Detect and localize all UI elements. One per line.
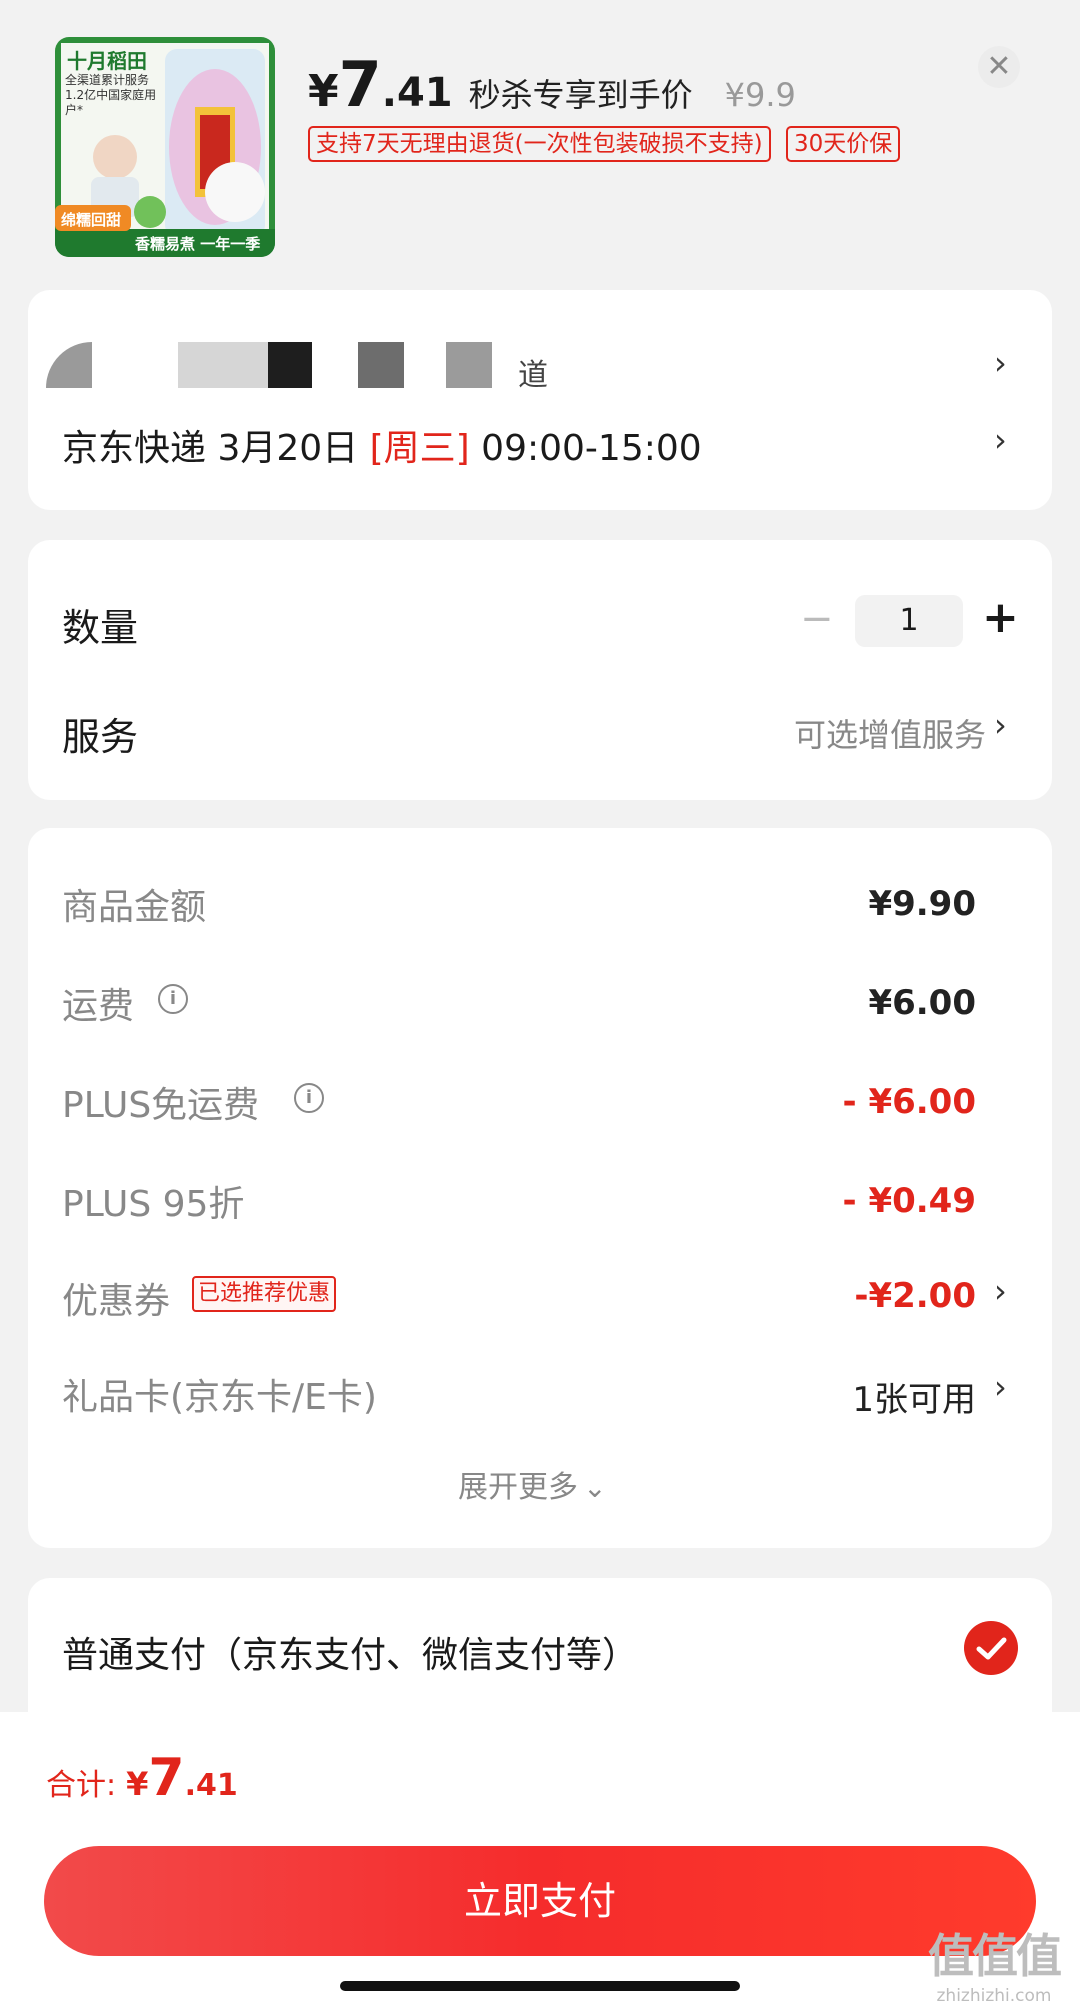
address-blur-2 xyxy=(178,342,268,388)
price-decimal: .41 xyxy=(381,70,453,116)
plus-free-shipping-label: PLUS免运费 xyxy=(62,1085,260,1126)
total-symbol: ¥ xyxy=(126,1765,149,1803)
pay-now-button[interactable]: 立即支付 xyxy=(44,1846,1036,1956)
expand-more-button[interactable]: 展开更多 ⌄ xyxy=(458,1462,607,1506)
thumb-line-2: 1.2亿中国家庭用户* xyxy=(65,88,157,117)
address-row[interactable]: 道 › xyxy=(28,320,1052,400)
thumb-footer: 香糯易煮 一年一季 xyxy=(135,235,261,253)
price-symbol: ¥ xyxy=(308,66,339,117)
items-amount-label: 商品金额 xyxy=(62,887,207,928)
shipping-weekday: [周三] xyxy=(369,428,470,469)
giftcard-row[interactable]: 礼品卡(京东卡/E卡) 1张可用 › xyxy=(28,1358,1052,1428)
thumb-badge: 绵糯回甜 xyxy=(61,211,122,229)
quantity-input[interactable]: 1 xyxy=(855,595,963,647)
return-policy-tag: 支持7天无理由退货(一次性包装破损不支持) xyxy=(308,126,771,162)
address-blur-4 xyxy=(358,342,404,388)
price-integer: 7 xyxy=(338,48,382,121)
plus-discount-value: - ¥0.49 xyxy=(842,1181,977,1221)
home-indicator[interactable] xyxy=(340,1981,740,1991)
total-amount: 合计: ¥ 7 .41 xyxy=(46,1748,238,1808)
price-line: ¥ 7 .41 秒杀专享到手价 ¥9.9 xyxy=(308,48,796,121)
payment-method-row[interactable]: 普通支付（京东支付、微信支付等） xyxy=(28,1612,1052,1692)
plus-free-shipping-value: - ¥6.00 xyxy=(842,1082,977,1122)
payment-method-label: 普通支付（京东支付、微信支付等） xyxy=(62,1635,639,1676)
watermark-url: zhizhizhi.com xyxy=(936,1986,1052,2006)
price-label: 秒杀专享到手价 xyxy=(468,76,693,114)
watermark-logo: 值值值 xyxy=(928,1929,1062,1983)
service-chevron-icon: › xyxy=(994,706,1007,744)
shipping-info-icon[interactable]: i xyxy=(158,984,188,1014)
plus-shipping-info-icon[interactable]: i xyxy=(294,1083,324,1113)
quantity-minus-button[interactable]: − xyxy=(800,596,834,642)
original-price: ¥9.9 xyxy=(724,76,796,114)
shipping-chevron-icon: › xyxy=(994,421,1007,459)
watermark: 值值值 zhizhizhi.com xyxy=(928,1920,1062,2006)
close-icon[interactable]: ✕ xyxy=(978,46,1020,88)
service-label: 服务 xyxy=(62,715,139,759)
check-icon[interactable] xyxy=(964,1621,1018,1675)
product-thumbnail[interactable]: 十月稻田 全渠道累计服务 1.2亿中国家庭用户* 绵糯回甜 香糯易煮 一年一季 xyxy=(55,37,275,257)
chevron-down-icon: ⌄ xyxy=(583,1471,607,1504)
shipping-fee-label: 运费 xyxy=(62,986,135,1027)
quantity-label: 数量 xyxy=(62,606,139,650)
giftcard-label: 礼品卡(京东卡/E卡) xyxy=(62,1377,377,1418)
quantity-plus-button[interactable]: + xyxy=(982,592,1019,643)
coupon-value: -¥2.00 xyxy=(854,1276,976,1316)
price-protect-tag: 30天价保 xyxy=(786,126,901,162)
address-chevron-icon: › xyxy=(994,344,1007,382)
coupon-chevron-icon: › xyxy=(994,1272,1007,1310)
address-tail: 道 xyxy=(518,358,548,393)
giftcard-chevron-icon: › xyxy=(994,1368,1007,1406)
shipping-carrier-date: 京东快递 3月20日 xyxy=(62,428,359,469)
shipping-text: 京东快递 3月20日 [周三] 09:00-15:00 xyxy=(62,419,702,471)
service-row[interactable]: 服务 可选增值服务 › xyxy=(28,690,1052,770)
coupon-row[interactable]: 优惠券 已选推荐优惠 -¥2.00 › xyxy=(28,1262,1052,1332)
shipping-row[interactable]: 京东快递 3月20日 [周三] 09:00-15:00 › xyxy=(28,415,1052,471)
expand-more-label: 展开更多 xyxy=(458,1470,578,1505)
service-value: 可选增值服务 xyxy=(793,716,986,754)
thumb-lines: 全渠道累计服务 1.2亿中国家庭用户* xyxy=(65,73,165,118)
plus-discount-label: PLUS 95折 xyxy=(62,1184,245,1225)
shipping-time: 09:00-15:00 xyxy=(481,428,702,469)
total-integer: 7 xyxy=(148,1748,185,1808)
thumb-brand: 十月稻田 xyxy=(67,49,147,73)
total-decimal: .41 xyxy=(184,1768,238,1803)
shipping-fee-value: ¥6.00 xyxy=(868,983,976,1023)
address-blur-1 xyxy=(46,342,92,388)
coupon-recommended-tag: 已选推荐优惠 xyxy=(192,1276,337,1312)
address-blur-5 xyxy=(446,342,492,388)
coupon-label: 优惠券 xyxy=(62,1281,171,1322)
items-amount-value: ¥9.90 xyxy=(868,884,976,924)
address-blur-3 xyxy=(268,342,312,388)
thumb-line-1: 全渠道累计服务 xyxy=(65,73,150,87)
giftcard-value: 1张可用 xyxy=(852,1380,976,1420)
total-label: 合计: xyxy=(46,1768,117,1803)
